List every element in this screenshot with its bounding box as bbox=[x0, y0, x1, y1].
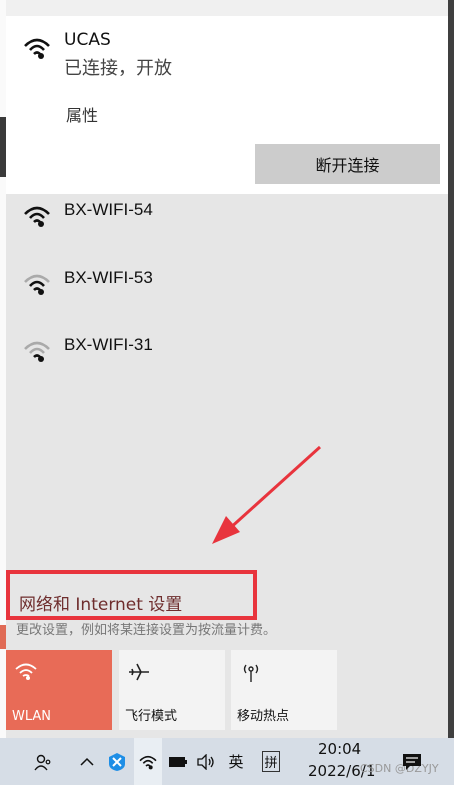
wifi-icon bbox=[15, 663, 37, 680]
tray-app-icon[interactable] bbox=[105, 738, 129, 785]
wlan-toggle-tile[interactable]: WLAN bbox=[6, 650, 112, 730]
clock-time[interactable]: 20:04 bbox=[318, 740, 361, 758]
mobile-hotspot-tile[interactable]: 移动热点 bbox=[231, 650, 337, 730]
network-flyout: UCAS 已连接，开放 属性 断开连接 BX-WIFI-54 BX-WIFI-5… bbox=[6, 0, 448, 738]
network-tray-icon[interactable] bbox=[134, 738, 162, 785]
ime-language-indicator[interactable]: 英 bbox=[224, 738, 248, 785]
tile-label: 飞行模式 bbox=[125, 709, 178, 724]
tile-label: 移动热点 bbox=[237, 709, 290, 724]
ime-mode-indicator[interactable]: 拼 bbox=[258, 738, 284, 785]
people-icon[interactable] bbox=[28, 738, 58, 785]
hotspot-icon bbox=[243, 664, 259, 682]
tile-label: WLAN bbox=[12, 709, 52, 724]
airplane-icon bbox=[129, 663, 149, 681]
annotation-arrow bbox=[212, 445, 322, 544]
settings-description: 更改设置，例如将某连接设置为按流量计费。 bbox=[16, 623, 277, 638]
chevron-up-icon[interactable] bbox=[76, 738, 98, 785]
notification-center-icon[interactable] bbox=[400, 738, 424, 785]
taskbar: 英 拼 20:04 2022/6/1 CSDN @DZYJY bbox=[0, 738, 454, 785]
background-window-edge-right bbox=[448, 0, 454, 785]
battery-icon[interactable] bbox=[166, 738, 190, 785]
network-settings-link[interactable]: 网络和 Internet 设置 bbox=[19, 590, 182, 615]
airplane-mode-tile[interactable]: 飞行模式 bbox=[119, 650, 225, 730]
volume-icon[interactable] bbox=[194, 738, 218, 785]
